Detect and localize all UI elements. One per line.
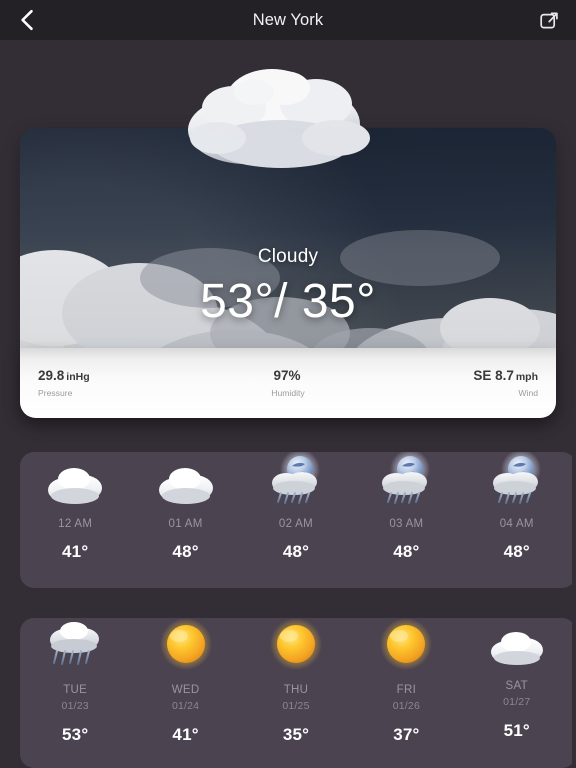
weather-stats-panel: 29.8 inHg Pressure 97% Humidity SE 8.7 mph… xyxy=(20,348,556,418)
stat-wind: SE 8.7 mph Wind xyxy=(377,368,556,398)
daily-temp: 41° xyxy=(172,725,199,744)
daily-day: THU xyxy=(283,684,309,696)
daily-date: 01/25 xyxy=(282,700,310,712)
sun-icon xyxy=(154,618,218,674)
stat-pressure-unit: inHg xyxy=(66,371,90,383)
daily-temp: 53° xyxy=(62,725,89,744)
stat-wind-unit: mph xyxy=(515,371,539,383)
back-button[interactable] xyxy=(0,0,54,40)
hourly-forecast-card[interactable]: 12 AM 41° 01 AM 48° 02 AM 48° 03 AM 48° … xyxy=(20,452,576,588)
stat-pressure: 29.8 inHg Pressure xyxy=(20,368,199,398)
hourly-temp: 48° xyxy=(503,542,530,561)
daily-date: 01/27 xyxy=(503,696,531,708)
daily-date: 01/24 xyxy=(171,700,200,712)
hourly-item[interactable]: 03 AM 48° xyxy=(351,452,461,588)
stat-pressure-label: Pressure xyxy=(38,388,73,398)
hourly-time: 03 AM xyxy=(389,518,424,530)
top-bar: New York xyxy=(0,0,576,40)
hourly-temp: 48° xyxy=(172,542,199,561)
daily-day: FRI xyxy=(396,684,417,696)
daily-temp: 35° xyxy=(282,725,310,744)
daily-item[interactable]: THU 01/25 35° xyxy=(241,618,351,768)
share-square-icon xyxy=(540,12,558,29)
stat-humidity-value: 97% xyxy=(273,368,301,383)
hourly-item[interactable]: 01 AM 48° xyxy=(130,452,240,588)
hourly-item[interactable]: 04 AM 48° xyxy=(462,452,572,588)
moon-rain-icon xyxy=(485,452,549,508)
sun-icon xyxy=(374,618,438,674)
hourly-time: 12 AM xyxy=(58,518,93,530)
rain-cloud-icon xyxy=(43,618,107,674)
hourly-item[interactable]: 12 AM 41° xyxy=(20,452,130,588)
daily-item[interactable]: SAT 01/27 51° xyxy=(462,618,572,768)
daily-day: WED xyxy=(171,684,200,696)
page-title: New York xyxy=(252,10,324,29)
stat-humidity-label: Humidity xyxy=(271,388,305,398)
daily-date: 01/23 xyxy=(61,700,89,712)
hourly-time: 01 AM xyxy=(168,518,203,530)
cloud-icon xyxy=(43,452,107,508)
daily-day: TUE xyxy=(63,684,88,696)
hourly-temp: 48° xyxy=(282,542,310,561)
daily-date: 01/26 xyxy=(392,700,420,712)
daily-item[interactable]: TUE 01/23 53° xyxy=(20,618,130,768)
hourly-item[interactable]: 02 AM 48° xyxy=(241,452,351,588)
sun-icon xyxy=(264,618,328,674)
daily-forecast-card[interactable]: TUE 01/23 53° WED 01/24 41° THU 01/25 35… xyxy=(20,618,576,768)
stat-wind-label: Wind xyxy=(518,388,539,398)
current-condition: Cloudy xyxy=(257,246,319,267)
moon-rain-icon xyxy=(264,452,328,508)
hourly-temp: 41° xyxy=(62,542,89,561)
daily-temp: 51° xyxy=(503,721,530,740)
daily-item[interactable]: WED 01/24 41° xyxy=(130,618,240,768)
current-temperature: 53°/ 35° xyxy=(200,275,376,328)
moon-rain-icon xyxy=(374,452,438,508)
cloud-icon xyxy=(485,618,549,670)
hourly-temp: 48° xyxy=(393,542,420,561)
share-button[interactable] xyxy=(522,0,576,40)
stat-humidity: 97% Humidity xyxy=(199,368,378,398)
cloud-icon xyxy=(154,452,218,508)
chevron-left-icon xyxy=(21,9,33,31)
stat-wind-value: SE 8.7 xyxy=(473,368,514,383)
hourly-time: 04 AM xyxy=(499,518,534,530)
stat-pressure-value: 29.8 xyxy=(38,368,65,383)
daily-day: SAT xyxy=(505,680,528,692)
daily-item[interactable]: FRI 01/26 37° xyxy=(351,618,461,768)
hourly-time: 02 AM xyxy=(278,518,314,530)
daily-temp: 37° xyxy=(393,725,420,744)
